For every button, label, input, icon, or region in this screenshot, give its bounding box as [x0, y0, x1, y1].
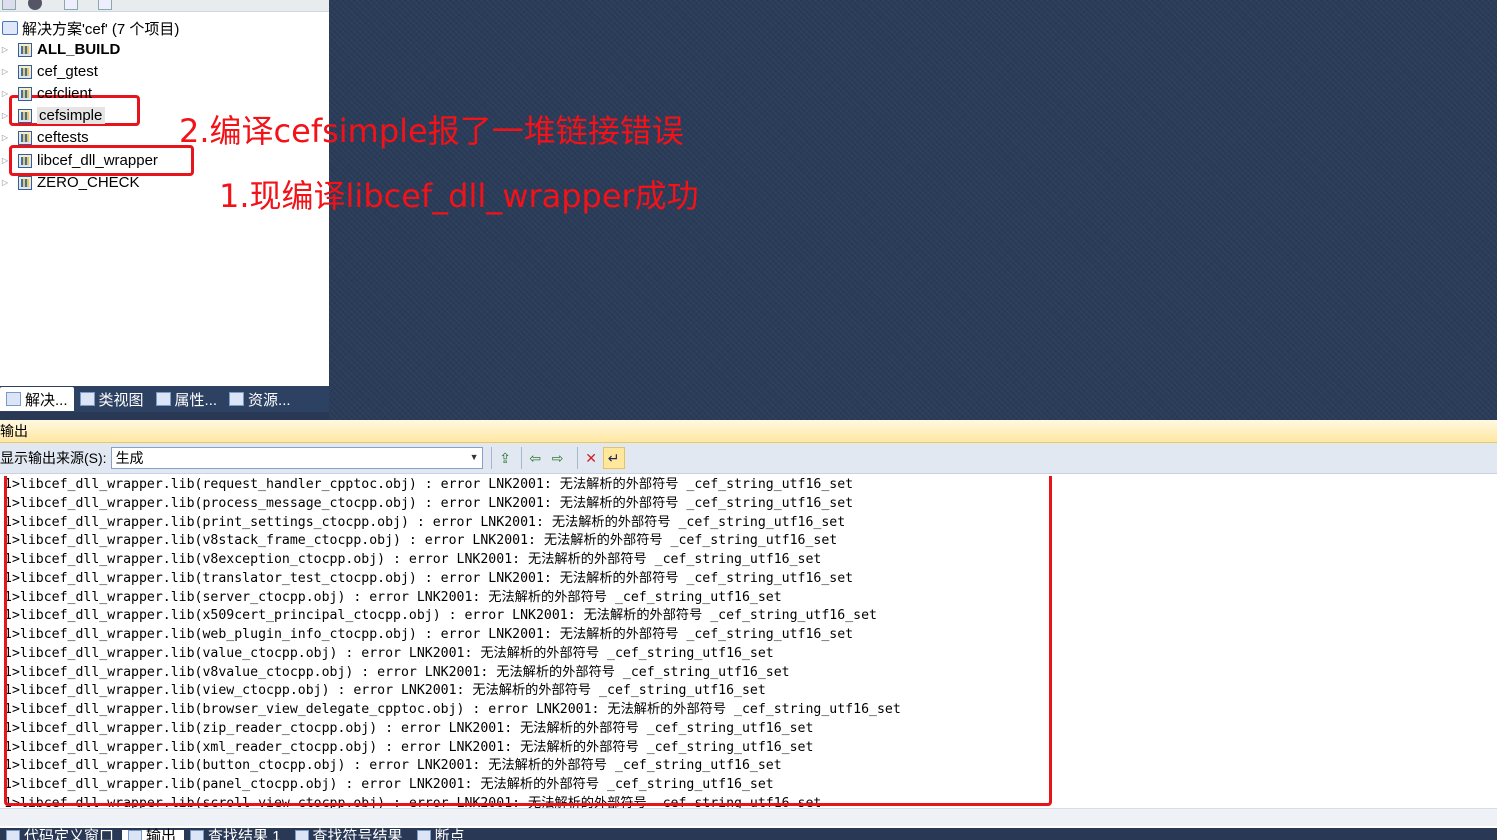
expand-arrow-icon[interactable]: ▷ — [0, 111, 10, 121]
tab-solution-explorer[interactable]: 解决... — [0, 387, 74, 411]
project-icon — [18, 175, 32, 190]
tab-output[interactable]: 输出 — [122, 828, 185, 840]
output-window: 输出 显示输出来源(S): 生成 ▼ ⇪ ⇦ ⇨ ✕ ↵ 1>libcef_dl… — [0, 420, 1497, 828]
tab-resources[interactable]: 资源... — [223, 387, 297, 411]
expand-arrow-icon[interactable]: ▷ — [0, 67, 10, 77]
output-source-value: 生成 — [115, 450, 144, 466]
tab-label: 属性... — [174, 391, 218, 409]
properties-icon[interactable] — [2, 0, 16, 10]
output-title-bar: 输出 — [0, 420, 1497, 443]
solution-icon — [2, 21, 18, 35]
tab-icon — [79, 392, 95, 406]
previous-message-icon[interactable]: ⇦ — [520, 447, 543, 469]
tab-icon — [229, 392, 245, 406]
project-label: libcef_dll_wrapper — [37, 152, 158, 169]
highlight-error-output — [4, 476, 1052, 806]
tab-label: 解决... — [25, 391, 68, 409]
expand-arrow-icon[interactable]: ▷ — [0, 156, 10, 166]
output-toolbar: 显示输出来源(S): 生成 ▼ ⇪ ⇦ ⇨ ✕ ↵ — [0, 443, 1497, 474]
view-class-diagram-icon[interactable] — [98, 0, 112, 10]
expand-arrow-icon[interactable]: ▷ — [0, 133, 10, 143]
chevron-down-icon: ▼ — [469, 452, 479, 462]
source-label: 显示输出来源(S): — [0, 450, 107, 466]
project-label: ZERO_CHECK — [37, 174, 140, 191]
tab-icon — [128, 830, 143, 840]
bottom-tool-tabs: 代码定义窗口 输出 查找结果 1 查找符号结果 断点 — [0, 828, 1497, 840]
project-label: ALL_BUILD — [37, 41, 121, 58]
project-label: cefsimple — [37, 107, 106, 124]
output-text-area[interactable]: 1>libcef_dll_wrapper.lib(request_handler… — [0, 476, 1497, 808]
project-item[interactable]: ▷ ALL_BUILD — [0, 39, 120, 60]
output-title: 输出 — [0, 423, 28, 439]
go-to-line-icon[interactable]: ⇪ — [490, 447, 513, 469]
tab-label: 输出 — [146, 828, 177, 840]
solution-root[interactable]: 解决方案'cef' (7 个项目) — [0, 18, 179, 38]
project-icon — [18, 42, 32, 57]
tab-icon — [294, 830, 309, 840]
project-label: cef_gtest — [37, 63, 98, 80]
tab-label: 断点 — [434, 828, 465, 840]
project-item[interactable]: ▷ ZERO_CHECK — [0, 172, 140, 193]
annotation-build-success: 1.现编译libcef_dll_wrapper成功 — [219, 177, 699, 215]
expand-arrow-icon[interactable]: ▷ — [0, 89, 10, 99]
solution-explorer-toolbar — [0, 0, 329, 12]
project-item[interactable]: ▷ cefclient — [0, 83, 92, 104]
word-wrap-icon[interactable]: ↵ — [602, 447, 625, 469]
tab-icon — [155, 392, 171, 406]
show-all-files-icon[interactable] — [28, 0, 42, 10]
tab-label: 查找结果 1 — [208, 828, 281, 840]
project-icon — [18, 153, 32, 168]
next-message-icon[interactable]: ⇨ — [547, 447, 569, 469]
horizontal-scrollbar[interactable] — [0, 808, 1497, 826]
tab-label: 查找符号结果 — [312, 828, 403, 840]
refresh-icon[interactable] — [64, 0, 78, 10]
expand-arrow-icon[interactable]: ▷ — [0, 178, 10, 188]
project-label: cefclient — [37, 85, 93, 102]
annotation-link-errors: 2.编译cefsimple报了一堆链接错误 — [179, 112, 684, 150]
project-item[interactable]: ▷ cef_gtest — [0, 61, 98, 82]
solution-root-label: 解决方案'cef' (7 个项目) — [22, 20, 180, 38]
project-icon — [18, 130, 32, 145]
project-item[interactable]: ▷ libcef_dll_wrapper — [0, 150, 158, 171]
tab-find-results[interactable]: 查找结果 1 — [184, 828, 289, 840]
tab-properties[interactable]: 属性... — [150, 387, 224, 411]
tab-find-symbol-results[interactable]: 查找符号结果 — [289, 828, 411, 840]
tab-breakpoints[interactable]: 断点 — [411, 828, 473, 840]
output-source-select[interactable]: 生成 ▼ — [110, 447, 483, 469]
tab-code-definition[interactable]: 代码定义窗口 — [0, 828, 122, 840]
expand-arrow-icon[interactable]: ▷ — [0, 45, 10, 55]
tab-icon — [6, 392, 21, 406]
tab-label: 代码定义窗口 — [24, 828, 115, 840]
solution-panel-tabs: 解决... 类视图 属性... 资源... — [0, 386, 329, 412]
project-icon — [18, 64, 32, 79]
project-item[interactable]: ▷ ceftests — [0, 127, 89, 148]
tab-class-view[interactable]: 类视图 — [74, 387, 150, 411]
tab-icon — [6, 830, 20, 840]
tab-label: 资源... — [248, 391, 291, 409]
project-icon — [18, 86, 32, 101]
project-label: ceftests — [37, 129, 89, 146]
tab-icon — [416, 830, 431, 840]
project-item[interactable]: ▷ cefsimple — [0, 105, 106, 126]
clear-all-icon[interactable]: ✕ — [576, 447, 599, 469]
tab-icon — [190, 830, 205, 840]
project-icon — [18, 108, 32, 123]
tab-label: 类视图 — [98, 391, 144, 409]
